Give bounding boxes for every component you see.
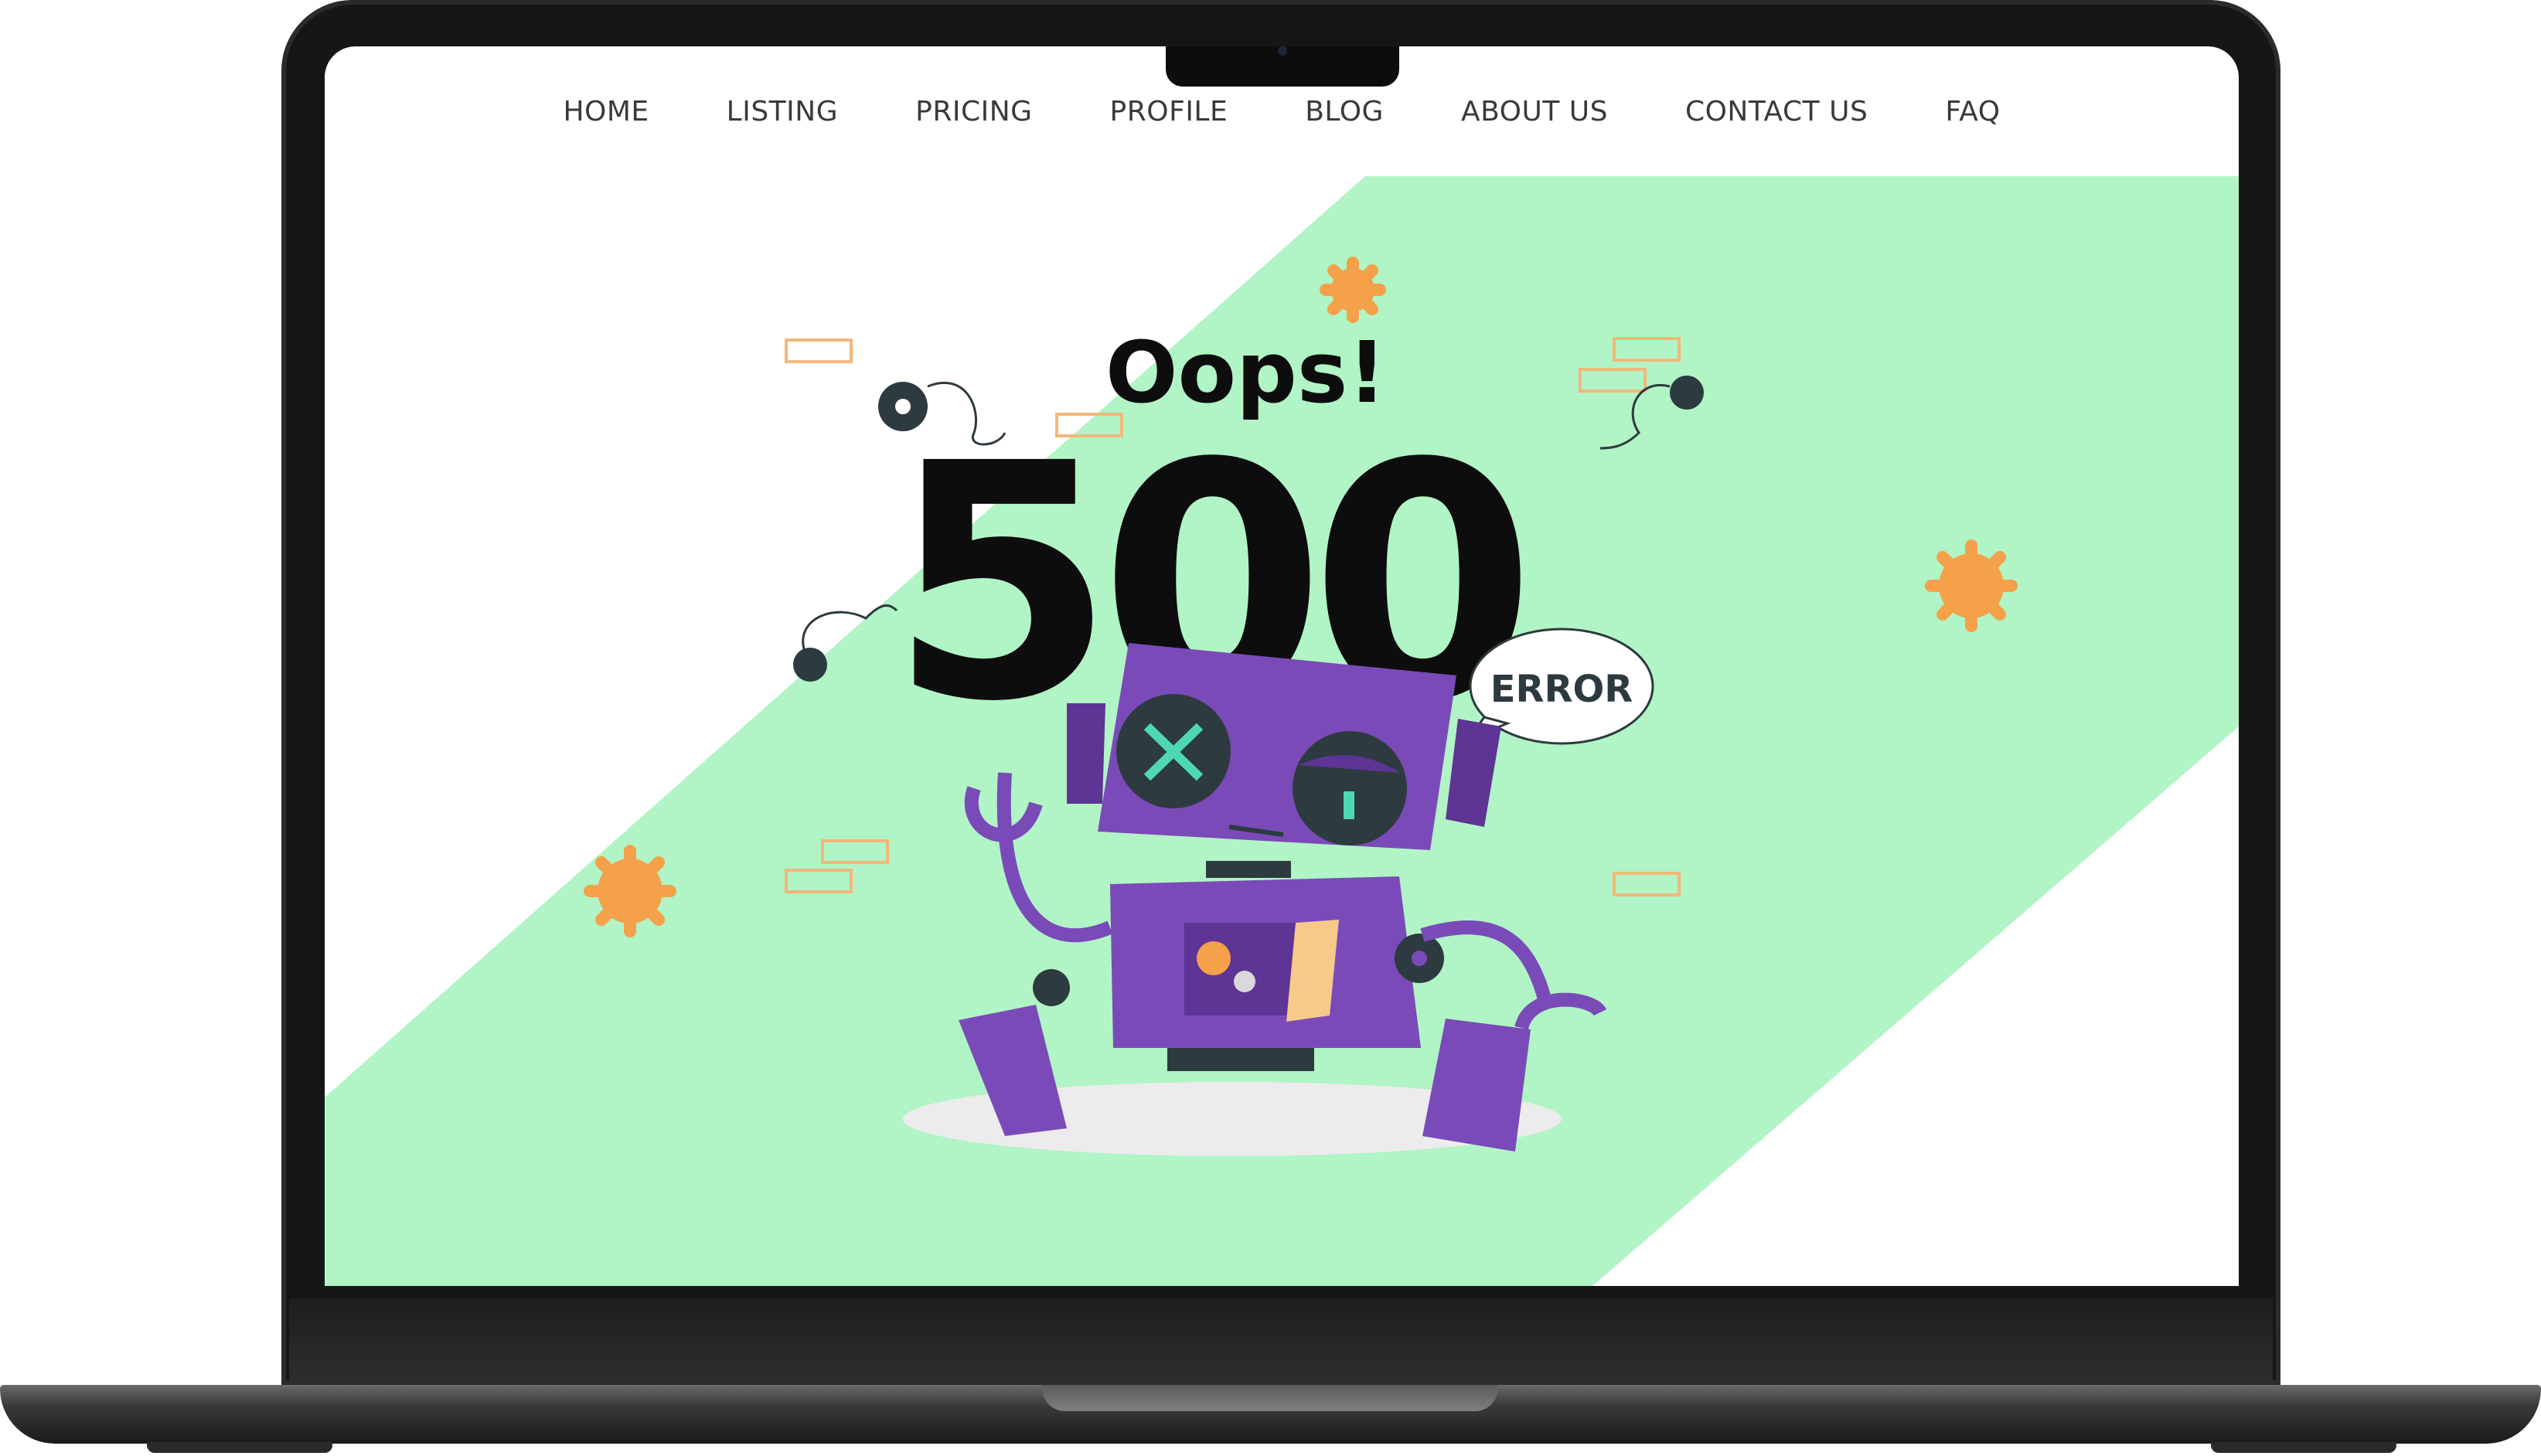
error-bubble-text: ERROR (1490, 668, 1633, 711)
nav-pricing-link[interactable]: PRICING (915, 96, 1032, 128)
nav-profile-link[interactable]: PROFILE (1110, 96, 1228, 128)
nav-listing-link[interactable]: LISTING (727, 96, 838, 128)
nav-about-us-link[interactable]: ABOUT US (1461, 96, 1608, 128)
nav-blog-link[interactable]: BLOG (1305, 96, 1384, 128)
hero-illustration: 500 Oops! ERROR (325, 176, 2239, 1286)
screen: 500 Oops! ERROR HOME LISTING PRICING PRO… (325, 46, 2239, 1286)
nav-contact-us-link[interactable]: CONTACT US (1685, 96, 1868, 128)
oops-heading: Oops! (1105, 323, 1386, 422)
nav-home-link[interactable]: HOME (563, 96, 649, 128)
camera-icon (1278, 46, 1287, 56)
laptop-foot-left (147, 1442, 332, 1453)
laptop-bezel-bottom (289, 1298, 2273, 1385)
nav-faq-link[interactable]: FAQ (1945, 96, 2000, 128)
laptop-base-groove (1042, 1385, 1498, 1411)
camera-notch (1166, 46, 1399, 87)
laptop-foot-right (2211, 1442, 2396, 1453)
